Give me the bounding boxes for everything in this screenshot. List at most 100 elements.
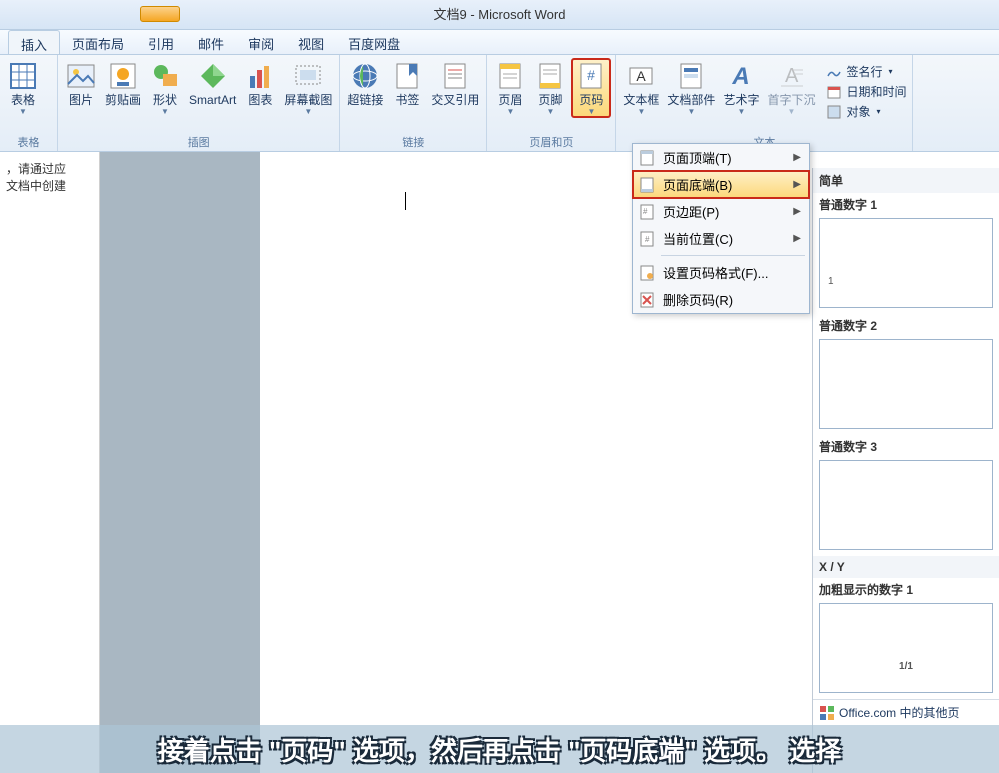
navigation-pane[interactable]: ，请通过应 文档中创建 xyxy=(0,152,100,773)
pagenumber-dropdown: 页面顶端(T) ▶ 页面底端(B) ▶ # 页边距(P) ▶ # 当前位置(C)… xyxy=(632,143,810,314)
dropdown-arrow-icon: ▼ xyxy=(304,107,312,116)
submenu-arrow-icon: ▶ xyxy=(793,152,801,163)
footer-label: 页脚 xyxy=(538,94,562,107)
screenshot-button[interactable]: 屏幕截图 ▼ xyxy=(281,58,335,118)
textbox-button[interactable]: A 文本框 ▼ xyxy=(620,58,662,118)
tab-references[interactable]: 引用 xyxy=(136,30,186,54)
wordart-icon: A xyxy=(725,60,757,92)
screenshot-icon xyxy=(292,60,324,92)
datetime-button[interactable]: 日期和时间 xyxy=(824,82,908,101)
gallery-preview-3[interactable] xyxy=(819,460,993,550)
submenu-arrow-icon: ▶ xyxy=(793,179,801,190)
table-button[interactable]: 表格 ▼ xyxy=(4,58,42,118)
tab-layout[interactable]: 页面布局 xyxy=(60,30,136,54)
dropdown-top-label: 页面顶端(T) xyxy=(663,148,732,167)
group-label-headerfooter: 页眉和页 xyxy=(491,132,611,151)
dropdown-arrow-icon: ▼ xyxy=(161,107,169,116)
submenu-arrow-icon: ▶ xyxy=(793,206,801,217)
pagenumber-button[interactable]: # 页码 ▼ xyxy=(571,58,611,118)
chart-button[interactable]: 图表 xyxy=(241,58,279,109)
dropdown-arrow-icon: ▼ xyxy=(546,107,554,116)
dropdown-margins-label: 页边距(P) xyxy=(663,202,719,221)
wordart-button[interactable]: A 艺术字 ▼ xyxy=(720,58,762,118)
gallery-preview-1[interactable]: 1 xyxy=(819,218,993,308)
dropdown-arrow-icon: ▼ xyxy=(506,107,514,116)
clipart-button[interactable]: 剪贴画 xyxy=(102,58,144,109)
dropdown-item-top[interactable]: 页面顶端(T) ▶ xyxy=(633,144,809,171)
tab-review[interactable]: 审阅 xyxy=(236,30,286,54)
signature-button[interactable]: 签名行 ▾ xyxy=(824,62,908,81)
ribbon: 表格 ▼ 表格 图片 剪贴画 形状 ▼ SmartArt xyxy=(0,55,999,152)
gallery-category-simple: 简单 xyxy=(813,168,999,193)
dropcap-button[interactable]: A 首字下沉 ▼ xyxy=(764,58,818,118)
tutorial-subtitle: 接着点击 "页码" 选项，然后再点击 "页码底端" 选项。 选择 xyxy=(0,725,999,773)
header-label: 页眉 xyxy=(498,94,522,107)
dropdown-item-bottom[interactable]: 页面底端(B) ▶ xyxy=(633,171,809,198)
quickparts-button[interactable]: 文档部件 ▼ xyxy=(664,58,718,118)
svg-text:A: A xyxy=(732,63,750,90)
subtitle-text: 接着点击 "页码" 选项，然后再点击 "页码底端" 选项。 选择 xyxy=(158,731,841,768)
svg-text:#: # xyxy=(645,235,650,244)
gallery-preview-4[interactable]: 1/1 xyxy=(819,603,993,693)
gallery-item-title-2: 普通数字 2 xyxy=(813,314,999,337)
shapes-button[interactable]: 形状 ▼ xyxy=(146,58,184,118)
signature-icon xyxy=(826,64,842,80)
gallery-office-more[interactable]: Office.com 中的其他页 xyxy=(813,699,999,725)
dropdown-separator xyxy=(661,255,805,256)
tab-insert[interactable]: 插入 xyxy=(8,30,60,54)
textbox-icon: A xyxy=(625,60,657,92)
footer-icon xyxy=(534,60,566,92)
smartart-icon xyxy=(197,60,229,92)
dropdown-current-label: 当前位置(C) xyxy=(663,229,733,248)
dropdown-format-label: 设置页码格式(F)... xyxy=(663,263,768,282)
gallery-item-title-1: 普通数字 1 xyxy=(813,193,999,216)
svg-text:A: A xyxy=(785,65,799,87)
picture-button[interactable]: 图片 xyxy=(62,58,100,109)
group-label-links: 链接 xyxy=(344,132,482,151)
chart-icon xyxy=(244,60,276,92)
smartart-button[interactable]: SmartArt xyxy=(186,58,239,109)
nav-text-line1: ，请通过应 xyxy=(6,160,93,177)
hyperlink-button[interactable]: 超链接 xyxy=(344,58,386,109)
dropdown-arrow-icon: ▼ xyxy=(637,107,645,116)
current-position-icon: # xyxy=(639,231,655,247)
object-button[interactable]: 对象 ▾ xyxy=(824,102,908,121)
quick-access-toolbar[interactable] xyxy=(140,6,180,22)
clipart-icon xyxy=(107,60,139,92)
gallery-preview-2[interactable] xyxy=(819,339,993,429)
footer-button[interactable]: 页脚 ▼ xyxy=(531,58,569,118)
group-tables: 表格 ▼ 表格 xyxy=(0,55,58,151)
dropdown-item-format[interactable]: 设置页码格式(F)... xyxy=(633,259,809,286)
shapes-icon xyxy=(149,60,181,92)
tab-mailings[interactable]: 邮件 xyxy=(186,30,236,54)
datetime-label: 日期和时间 xyxy=(846,83,906,100)
dropdown-bottom-label: 页面底端(B) xyxy=(663,175,732,194)
dropdown-arrow-icon: ▼ xyxy=(737,107,745,116)
wordart-label: 艺术字 xyxy=(723,94,759,107)
pagenumber-icon: # xyxy=(575,60,607,92)
dropdown-arrow-icon: ▼ xyxy=(687,107,695,116)
dropdown-item-margins[interactable]: # 页边距(P) ▶ xyxy=(633,198,809,225)
page-bottom-icon xyxy=(639,177,655,193)
table-label: 表格 xyxy=(11,94,35,107)
bookmark-button[interactable]: 书签 xyxy=(388,58,426,109)
dropdown-remove-label: 删除页码(R) xyxy=(663,290,733,309)
remove-icon xyxy=(639,292,655,308)
hyperlink-icon xyxy=(349,60,381,92)
dropdown-arrow-icon: ▼ xyxy=(587,107,595,116)
dropdown-item-current[interactable]: # 当前位置(C) ▶ xyxy=(633,225,809,252)
group-text: A 文本框 ▼ 文档部件 ▼ A 艺术字 ▼ A 首字下沉 ▼ xyxy=(616,55,913,151)
crossref-button[interactable]: 交叉引用 xyxy=(428,58,482,109)
document-margin xyxy=(100,152,260,773)
tab-view[interactable]: 视图 xyxy=(286,30,336,54)
textbox-label: 文本框 xyxy=(623,94,659,107)
header-button[interactable]: 页眉 ▼ xyxy=(491,58,529,118)
nav-text-line2: 文档中创建 xyxy=(6,177,93,194)
picture-icon xyxy=(65,60,97,92)
format-icon xyxy=(639,265,655,281)
dropdown-item-remove[interactable]: 删除页码(R) xyxy=(633,286,809,313)
window-title: 文档9 - Microsoft Word xyxy=(434,7,566,22)
page-margins-icon: # xyxy=(639,204,655,220)
svg-text:#: # xyxy=(588,67,596,83)
tab-baidu[interactable]: 百度网盘 xyxy=(336,30,412,54)
